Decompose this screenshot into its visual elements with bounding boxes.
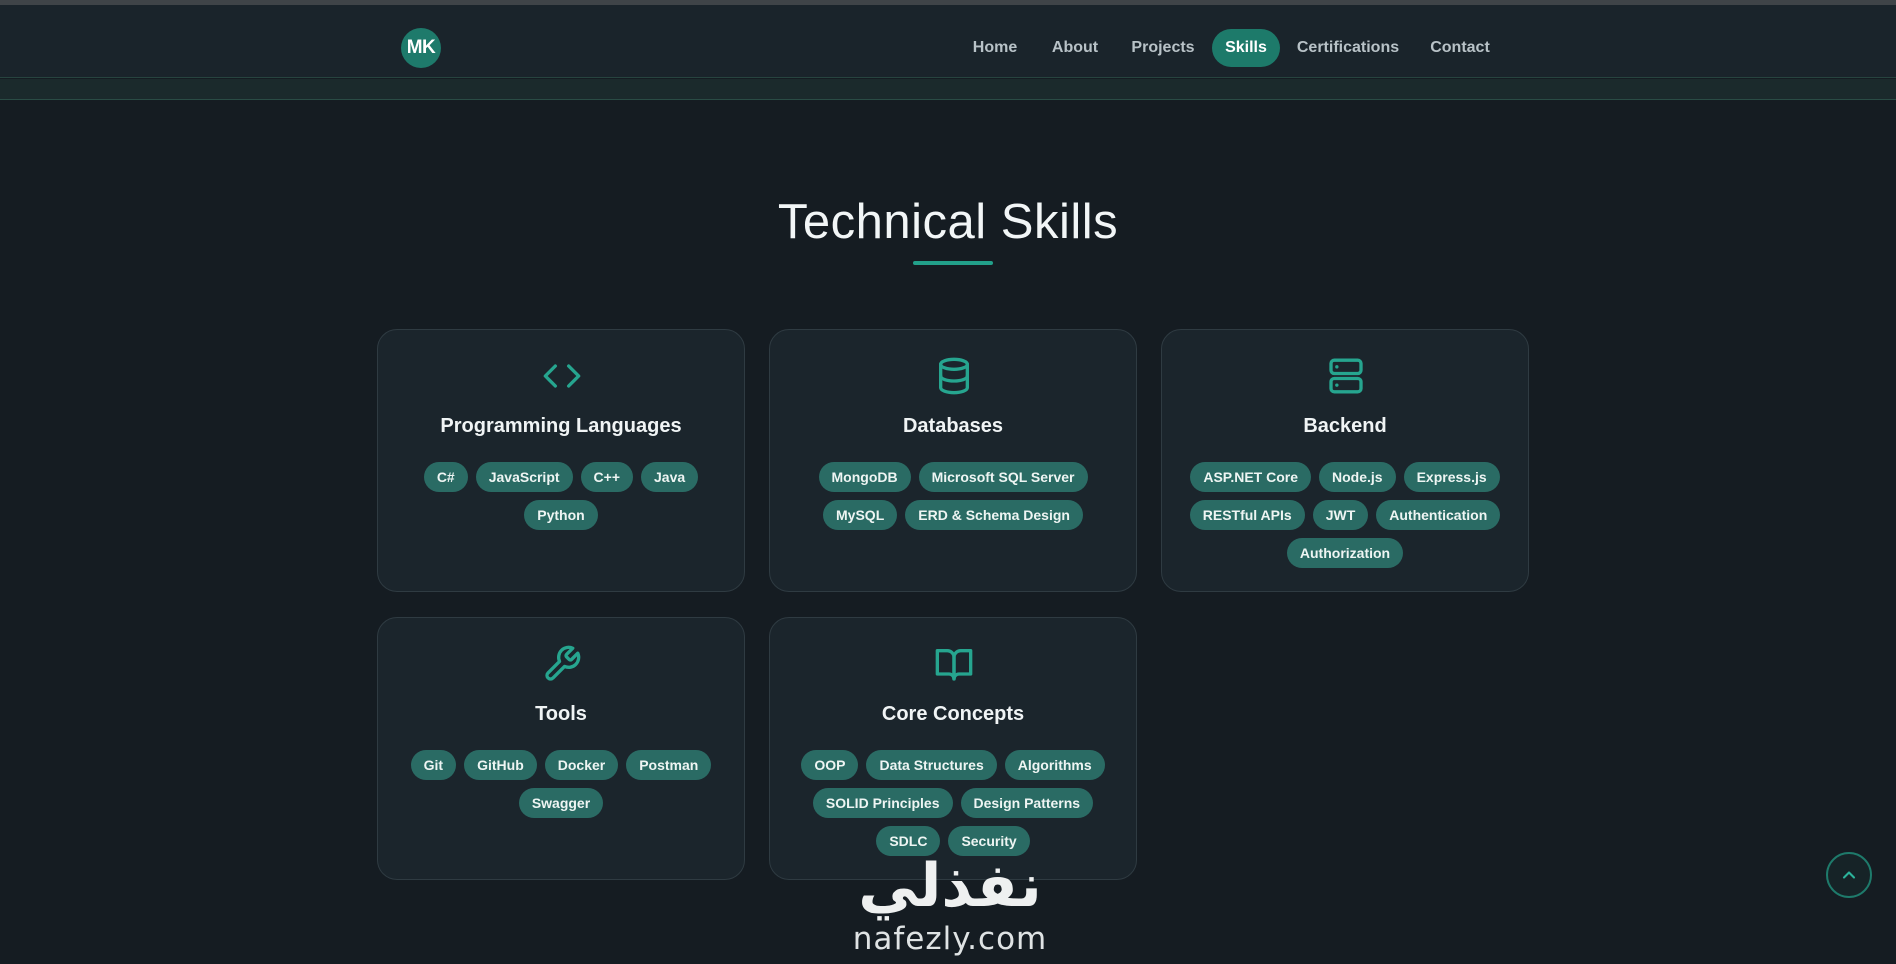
skill-tag: SOLID Principles [812, 788, 953, 818]
skill-card-databases: Databases MongoDB Microsoft SQL Server M… [769, 329, 1137, 592]
skill-tag: JWT [1312, 500, 1369, 530]
card-title: Databases [902, 415, 1004, 437]
nav-home[interactable]: Home [961, 29, 1029, 67]
skill-tag: JavaScript [475, 462, 573, 492]
tag-list: C# JavaScript C++ Java Python [392, 462, 730, 530]
tag-list: OOP Data Structures Algorithms SOLID Pri… [784, 750, 1122, 856]
skill-tag: Design Patterns [960, 788, 1094, 818]
nav-skills[interactable]: Skills [1212, 29, 1280, 67]
skill-tag: Node.js [1319, 462, 1396, 492]
skill-tag: Authorization [1286, 538, 1404, 568]
skill-tag: RESTful APIs [1189, 500, 1305, 530]
skill-tag: Express.js [1403, 462, 1500, 492]
watermark-domain-text: nafezly.com [852, 921, 1048, 957]
skill-card-core-concepts: Core Concepts OOP Data Structures Algori… [769, 617, 1137, 880]
navbar: MK Home About Projects Skills Certificat… [0, 5, 1896, 78]
logo[interactable]: MK [401, 28, 441, 68]
skill-tag: Python [524, 500, 598, 530]
card-title: Programming Languages [440, 415, 682, 437]
skill-tag: MongoDB [818, 462, 911, 492]
nav-about[interactable]: About [1040, 29, 1110, 67]
skill-card-programming-languages: Programming Languages C# JavaScript C++ … [377, 329, 745, 592]
title-underline [913, 261, 993, 265]
skill-card-backend: Backend ASP.NET Core Node.js Express.js … [1161, 329, 1529, 592]
card-title: Core Concepts [881, 703, 1025, 725]
skill-tag: C# [423, 462, 468, 492]
code-icon [542, 356, 582, 396]
nav-projects[interactable]: Projects [1124, 29, 1202, 67]
skill-tag: Docker [544, 750, 619, 780]
skill-card-tools: Tools Git GitHub Docker Postman Swagger [377, 617, 745, 880]
skill-tag: C++ [580, 462, 634, 492]
skill-tag: Algorithms [1004, 750, 1105, 780]
tag-list: Git GitHub Docker Postman Swagger [392, 750, 730, 818]
scroll-to-top-button[interactable] [1826, 852, 1872, 898]
skill-tag: Authentication [1376, 500, 1501, 530]
skill-tag: ERD & Schema Design [905, 500, 1083, 530]
card-title: Backend [1303, 415, 1387, 437]
tag-list: ASP.NET Core Node.js Express.js RESTful … [1176, 462, 1514, 568]
skill-tag: Swagger [518, 788, 604, 818]
skill-tag: Microsoft SQL Server [918, 462, 1088, 492]
section-title: Technical Skills [777, 195, 1119, 249]
skill-tag: Git [410, 750, 457, 780]
tag-list: MongoDB Microsoft SQL Server MySQL ERD &… [784, 462, 1122, 530]
navbar-underline-strip [0, 79, 1896, 100]
nav-contact[interactable]: Contact [1425, 29, 1495, 67]
server-icon [1326, 356, 1366, 396]
skill-tag: Java [641, 462, 699, 492]
book-open-icon [934, 644, 974, 684]
nav-certifications[interactable]: Certifications [1293, 29, 1403, 67]
skill-tag: OOP [801, 750, 859, 780]
watermark-logo: نفذلي nafezly.com [830, 850, 1070, 964]
skill-tag: ASP.NET Core [1190, 462, 1312, 492]
skill-tag: Data Structures [866, 750, 997, 780]
wrench-icon [542, 644, 582, 684]
watermark-arabic-text: نفذلي [858, 851, 1042, 921]
skill-tag: Postman [626, 750, 712, 780]
chevron-up-icon [1842, 871, 1856, 879]
card-title: Tools [535, 703, 587, 725]
skill-tag: MySQL [823, 500, 898, 530]
database-icon [934, 356, 974, 396]
skill-tag: GitHub [464, 750, 537, 780]
